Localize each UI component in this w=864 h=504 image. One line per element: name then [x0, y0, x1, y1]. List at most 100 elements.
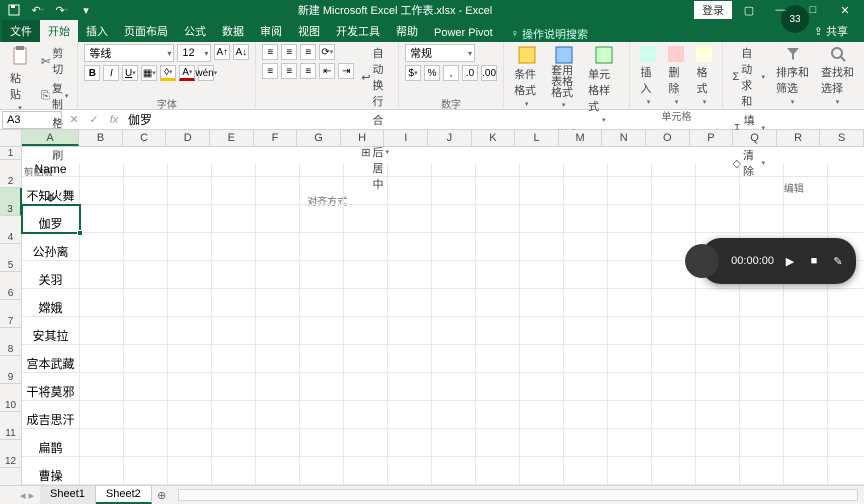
fx-icon[interactable]: fx — [104, 114, 124, 126]
cell-L1[interactable] — [520, 164, 564, 177]
cell-R6[interactable] — [784, 289, 828, 317]
cell-L3[interactable] — [520, 205, 564, 233]
cell-O2[interactable] — [652, 177, 696, 205]
cell-E6[interactable] — [212, 289, 256, 317]
cell-I1[interactable] — [388, 164, 432, 177]
col-header-Q[interactable]: Q — [733, 130, 777, 146]
cell-B4[interactable] — [80, 233, 124, 261]
cell-O6[interactable] — [652, 289, 696, 317]
cell-P2[interactable] — [696, 177, 740, 205]
cell-I8[interactable] — [388, 345, 432, 373]
cell-N10[interactable] — [608, 401, 652, 429]
save-icon[interactable] — [4, 1, 24, 19]
cell-N9[interactable] — [608, 373, 652, 401]
cell-G8[interactable] — [300, 345, 344, 373]
cell-G9[interactable] — [300, 373, 344, 401]
dec-decimal-icon[interactable]: .00 — [481, 65, 497, 81]
cell-L9[interactable] — [520, 373, 564, 401]
cell-H6[interactable] — [344, 289, 388, 317]
cell-K5[interactable] — [476, 261, 520, 289]
cell-E8[interactable] — [212, 345, 256, 373]
cell-H9[interactable] — [344, 373, 388, 401]
cell-G4[interactable] — [300, 233, 344, 261]
cell-F7[interactable] — [256, 317, 300, 345]
italic-icon[interactable]: I — [103, 65, 119, 81]
cell-B8[interactable] — [80, 345, 124, 373]
cell-D5[interactable] — [168, 261, 212, 289]
tab-开发工具[interactable]: 开发工具 — [328, 20, 388, 42]
login-button[interactable]: 登录 — [694, 1, 732, 19]
sheet-nav-icon[interactable]: ◂ ▸ — [20, 489, 40, 502]
tab-file[interactable]: 文件 — [2, 20, 40, 42]
cell-F9[interactable] — [256, 373, 300, 401]
font-size-select[interactable]: 12 — [177, 44, 211, 62]
cell-F3[interactable] — [256, 205, 300, 233]
cell-D10[interactable] — [168, 401, 212, 429]
indent-inc-icon[interactable]: ⇥ — [338, 63, 354, 79]
cell-B6[interactable] — [80, 289, 124, 317]
cell-D4[interactable] — [168, 233, 212, 261]
cell-N12[interactable] — [608, 457, 652, 485]
cell-B12[interactable] — [80, 457, 124, 485]
cell-I4[interactable] — [388, 233, 432, 261]
cell-H7[interactable] — [344, 317, 388, 345]
align-left-icon[interactable]: ≡ — [262, 63, 278, 79]
cell-R3[interactable] — [784, 205, 828, 233]
cell-C4[interactable] — [124, 233, 168, 261]
cell-K7[interactable] — [476, 317, 520, 345]
cell-K6[interactable] — [476, 289, 520, 317]
cell-M7[interactable] — [564, 317, 608, 345]
cell-K10[interactable] — [476, 401, 520, 429]
cell-E11[interactable] — [212, 429, 256, 457]
cell-G12[interactable] — [300, 457, 344, 485]
fill-handle[interactable] — [77, 230, 83, 236]
cell-B10[interactable] — [80, 401, 124, 429]
find-select-button[interactable]: 查找和选择▾ — [817, 44, 858, 108]
cell-K1[interactable] — [476, 164, 520, 177]
cell-J3[interactable] — [432, 205, 476, 233]
col-header-B[interactable]: B — [79, 130, 123, 146]
cell-F10[interactable] — [256, 401, 300, 429]
col-header-L[interactable]: L — [515, 130, 559, 146]
cell-K11[interactable] — [476, 429, 520, 457]
cell-J9[interactable] — [432, 373, 476, 401]
cell-L7[interactable] — [520, 317, 564, 345]
cell-I11[interactable] — [388, 429, 432, 457]
tab-视图[interactable]: 视图 — [290, 20, 328, 42]
cell-A2[interactable]: 不知火舞 — [22, 177, 80, 205]
cell-O10[interactable] — [652, 401, 696, 429]
formula-input[interactable]: 伽罗 — [124, 111, 864, 128]
row-header-1[interactable]: 1 — [0, 147, 22, 160]
cell-Q11[interactable] — [740, 429, 784, 457]
cell-J10[interactable] — [432, 401, 476, 429]
close-icon[interactable]: ✕ — [830, 1, 860, 19]
cell-L2[interactable] — [520, 177, 564, 205]
cell-I12[interactable] — [388, 457, 432, 485]
cell-N7[interactable] — [608, 317, 652, 345]
cell-D12[interactable] — [168, 457, 212, 485]
cell-F1[interactable] — [256, 164, 300, 177]
cell-L6[interactable] — [520, 289, 564, 317]
cell-S8[interactable] — [828, 345, 864, 373]
cell-P10[interactable] — [696, 401, 740, 429]
tab-数据[interactable]: 数据 — [214, 20, 252, 42]
copy-button[interactable]: ⎘ 复制 ▾ — [38, 79, 71, 113]
cell-E7[interactable] — [212, 317, 256, 345]
sheet-tab-Sheet2[interactable]: Sheet2 — [96, 486, 152, 504]
align-center-icon[interactable]: ≡ — [281, 63, 297, 79]
cell-C3[interactable] — [124, 205, 168, 233]
cell-A5[interactable]: 关羽 — [22, 261, 80, 289]
delete-cells-button[interactable]: 删除▾ — [664, 44, 688, 108]
cell-M1[interactable] — [564, 164, 608, 177]
cell-I9[interactable] — [388, 373, 432, 401]
align-middle-icon[interactable]: ≡ — [281, 44, 297, 60]
cell-O12[interactable] — [652, 457, 696, 485]
cell-E4[interactable] — [212, 233, 256, 261]
stop-icon[interactable]: ■ — [806, 253, 822, 269]
cell-Q2[interactable] — [740, 177, 784, 205]
col-header-O[interactable]: O — [646, 130, 690, 146]
cell-N8[interactable] — [608, 345, 652, 373]
cell-J11[interactable] — [432, 429, 476, 457]
cell-A8[interactable]: 宫本武藏 — [22, 345, 80, 373]
cell-S7[interactable] — [828, 317, 864, 345]
